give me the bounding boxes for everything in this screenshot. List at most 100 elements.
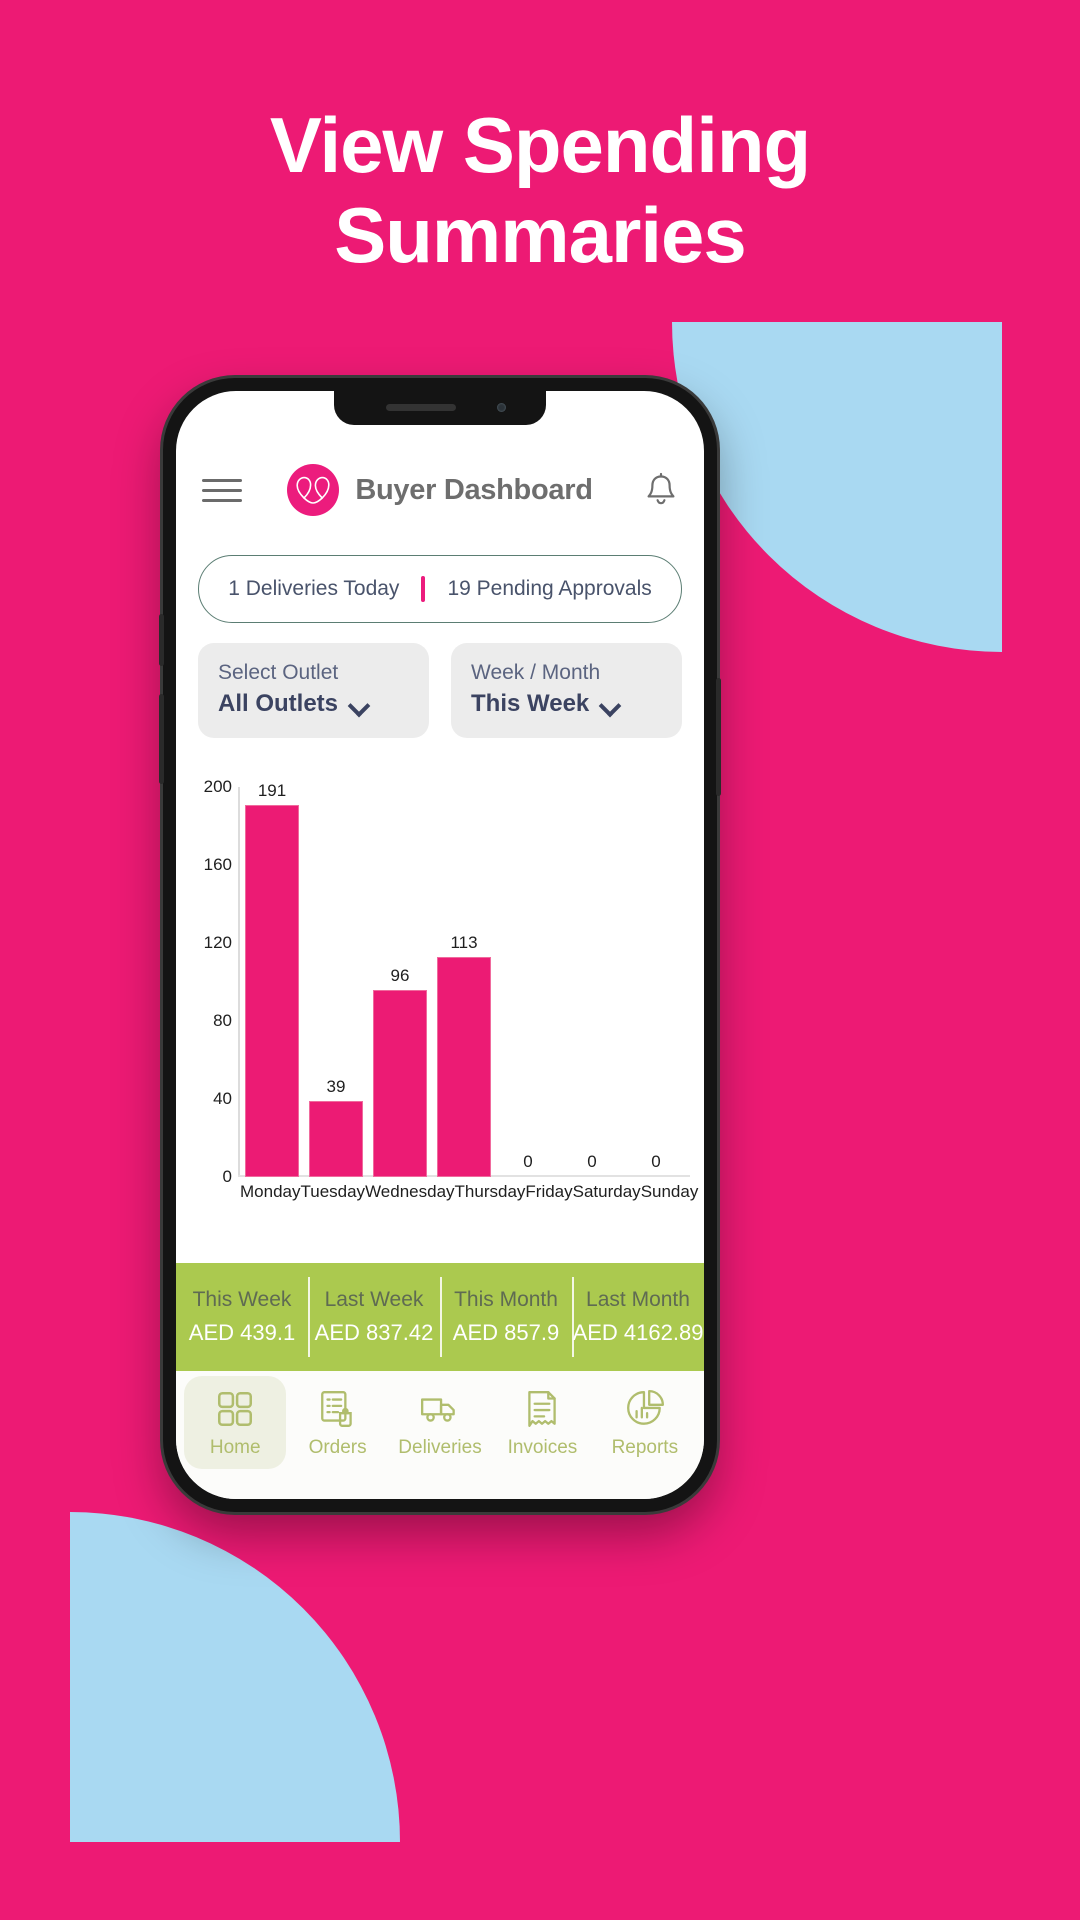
promo-headline: View Spending Summaries [0,106,1080,274]
earpiece-speaker-icon [386,404,456,411]
outlet-select-value-row: All Outlets [218,690,409,718]
nav-item-reports[interactable]: Reports [594,1376,696,1469]
chart-bar-column[interactable]: 0 [624,787,688,1177]
outlet-select-dropdown[interactable]: Select Outlet All Outlets [198,643,429,738]
nav-item-orders[interactable]: Orders [286,1376,388,1469]
summary-cell-title: Last Month [586,1288,690,1311]
period-select-label: Week / Month [471,661,601,684]
chart-bar[interactable]: 96 [373,966,427,1177]
chart-bar-column[interactable]: 0 [496,787,560,1177]
summary-cell-title: Last Week [324,1288,424,1311]
chart-y-tick: 0 [222,1167,232,1186]
chart-y-tick: 160 [203,855,232,874]
spending-summary-bar: This Week AED 439.1 Last Week AED 837.42 Thi… [176,1263,704,1371]
pending-approvals-text: 19 Pending Approvals [447,577,652,600]
phone-power-button [716,678,721,796]
status-divider [421,576,426,602]
phone-screen: Buyer Dashboard 1 Deliveries Today 19 Pe… [176,391,704,1499]
nav-item-label: Home [209,1436,261,1458]
nav-item-deliveries[interactable]: Deliveries [389,1376,491,1469]
phone-mockup-frame: Buyer Dashboard 1 Deliveries Today 19 Pe… [159,378,721,1512]
phone-notch [334,391,546,425]
filter-row: Select Outlet All Outlets Week / Month T… [198,643,682,738]
chart-x-tick-label: Monday [240,1182,301,1201]
chart-x-tick-label: Thursday [454,1182,526,1201]
chart-x-tick-label: Sunday [640,1182,699,1201]
menu-bar-1 [202,478,242,482]
chart-bar-value-label: 113 [450,932,478,952]
deliveries-today-text: 1 Deliveries Today [228,577,400,600]
chart-x-tick-label: Saturday [572,1182,641,1201]
nav-item-label: Deliveries [398,1436,482,1458]
nav-item-home[interactable]: Home [184,1375,287,1469]
chart-x-tick-label: Friday [525,1182,573,1201]
status-summary-pill[interactable]: 1 Deliveries Today 19 Pending Approvals [198,555,682,623]
summary-cell-value: AED 857.9 [452,1320,560,1345]
chart-bar[interactable]: 113 [437,933,491,1177]
chart-bar-column[interactable]: 39 [304,787,368,1177]
chart-y-axis: 0 40 80 120 160 200 [190,777,238,1186]
chart-y-tick: 200 [203,777,232,796]
summary-cell-title: This Week [192,1288,292,1311]
hamburger-menu-icon[interactable] [202,478,242,502]
brand-w-loops-icon [287,464,340,516]
chart-bar-value-label: 96 [390,965,410,985]
menu-bar-2 [202,488,242,492]
promo-headline-line-2: Summaries [334,191,747,279]
nav-item-invoices[interactable]: Invoices [491,1376,593,1469]
app-header-center: Buyer Dashboard [242,464,638,516]
bell-icon[interactable] [638,472,678,508]
outlet-select-label: Select Outlet [218,661,339,684]
chart-bar-value-label: 0 [523,1152,533,1171]
summary-cell[interactable]: This Week AED 439.1 [176,1263,308,1371]
orders-list-icon [317,1388,359,1430]
chart-x-tick-label: Tuesday [300,1182,366,1201]
chart-y-tick: 40 [213,1089,232,1108]
report-chart-icon [624,1388,666,1430]
grid-home-icon [214,1388,256,1430]
invoice-receipt-icon [521,1388,563,1430]
chart-y-tick: 80 [213,1011,232,1030]
chart-bar[interactable]: 39 [309,1077,363,1177]
chart-bar-value-label: 191 [257,780,287,800]
chevron-down-icon [601,698,621,710]
chart-x-tick-label: Wednesday [365,1182,455,1201]
chart-bar-column[interactable]: 191 [240,781,304,1177]
decorative-quarter-circle-top [672,322,1002,652]
period-select-dropdown[interactable]: Week / Month This Week [451,643,682,738]
chart-bar-column[interactable]: 96 [368,787,432,1177]
summary-cell[interactable]: Last Month AED 4162.89 [572,1263,704,1371]
app-header: Buyer Dashboard [176,447,704,533]
chevron-down-icon [350,698,370,710]
period-select-value-row: This Week [471,690,662,718]
summary-cell-title: This Month [454,1288,558,1311]
weekly-spending-bar-chart: 0 40 80 120 160 200 191 39 96 113 0 0 0 Monday Tuesd… [190,777,699,1207]
chart-bar-value-label: 0 [651,1152,661,1171]
chart-bar[interactable]: 191 [245,781,299,1177]
promo-headline-line-1: View Spending [269,101,811,189]
chart-bar-column[interactable]: 113 [432,787,496,1177]
front-camera-icon [497,403,506,412]
spending-chart-area: 0 40 80 120 160 200 191 39 96 113 0 0 0 Monday Tuesd… [176,738,704,1263]
summary-cell-value: AED 4162.89 [572,1320,704,1345]
chart-plot-area: 191 39 96 113 0 0 0 [240,781,688,1177]
outlet-select-value: All Outlets [218,690,339,717]
chart-bar-value-label: 39 [326,1076,346,1096]
summary-cell-value: AED 439.1 [188,1320,296,1345]
nav-item-label: Orders [308,1436,367,1458]
period-select-value: This Week [471,690,590,717]
nav-item-label: Reports [611,1436,679,1458]
summary-cell[interactable]: This Month AED 857.9 [440,1263,572,1371]
page-title: Buyer Dashboard [355,473,593,506]
delivery-truck-icon [419,1388,461,1430]
summary-cell[interactable]: Last Week AED 837.42 [308,1263,440,1371]
bottom-navigation: Home Orders Deliveries Invoices Reports [176,1371,704,1499]
decorative-quarter-circle-bottom [70,1512,400,1842]
summary-cell-value: AED 837.42 [314,1320,434,1345]
chart-y-tick: 120 [203,933,232,952]
chart-x-axis-labels: Monday Tuesday Wednesday Thursday Friday Satu… [240,1177,698,1207]
chart-bar-column[interactable]: 0 [560,787,624,1177]
menu-bar-3 [202,498,242,502]
chart-bar-value-label: 0 [587,1152,597,1171]
nav-item-label: Invoices [507,1436,578,1458]
